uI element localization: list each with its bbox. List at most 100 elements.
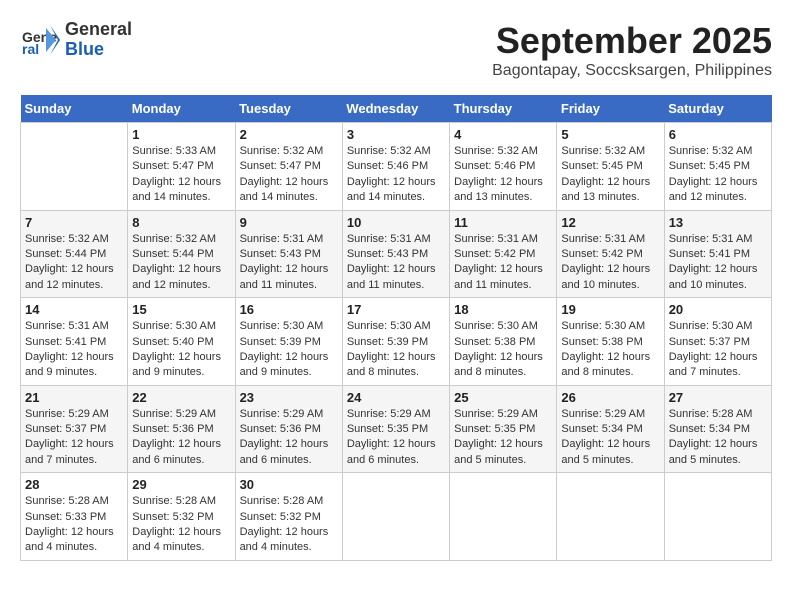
day-number: 20 — [669, 302, 767, 317]
calendar-cell: 25 Sunrise: 5:29 AM Sunset: 5:35 PM Dayli… — [450, 385, 557, 473]
day-number: 24 — [347, 390, 445, 405]
day-info: Sunrise: 5:30 AM Sunset: 5:38 PM Dayligh… — [561, 319, 659, 381]
day-info: Sunrise: 5:30 AM Sunset: 5:39 PM Dayligh… — [347, 319, 445, 381]
calendar-cell: 16Sunrise: 5:30 AM Sunset: 5:39 PM Dayli… — [235, 298, 342, 386]
title-section: September 2025 Bagontapay, Soccsksargen,… — [492, 20, 772, 80]
calendar-cell: 23Sunrise: 5:29 AM Sunset: 5:36 PM Dayli… — [235, 385, 342, 473]
calendar-cell — [342, 473, 449, 561]
day-info: Sunrise: 5:31 AM Sunset: 5:42 PM Dayligh… — [561, 232, 659, 294]
calendar-cell: 2 Sunrise: 5:32 AM Sunset: 5:47 PM Daylig… — [235, 123, 342, 211]
calendar-cell: 15 Sunrise: 5:30 AM Sunset: 5:40 PM Dayli… — [128, 298, 235, 386]
calendar-cell — [21, 123, 128, 211]
calendar-cell: 4 Sunrise: 5:32 AM Sunset: 5:46 PM Daylig… — [450, 123, 557, 211]
calendar-cell: 6 Sunrise: 5:32 AM Sunset: 5:45 PM Daylig… — [664, 123, 771, 211]
calendar-cell: 28 Sunrise: 5:28 AM Sunset: 5:33 PM Dayli… — [21, 473, 128, 561]
svg-text:ral: ral — [22, 41, 39, 57]
day-number: 16 — [240, 302, 338, 317]
day-number: 22 — [132, 390, 230, 405]
day-number: 11 — [454, 215, 552, 230]
day-number: 17 — [347, 302, 445, 317]
calendar-cell: 29 Sunrise: 5:28 AM Sunset: 5:32 PM Dayli… — [128, 473, 235, 561]
day-info: Sunrise: 5:29 AM Sunset: 5:35 PM Dayligh… — [347, 407, 445, 469]
day-number: 30 — [240, 477, 338, 492]
calendar-cell: 27Sunrise: 5:28 AM Sunset: 5:34 PM Dayli… — [664, 385, 771, 473]
calendar-week-3: 14Sunrise: 5:31 AM Sunset: 5:41 PM Dayli… — [21, 298, 772, 386]
calendar-cell: 3 Sunrise: 5:32 AM Sunset: 5:46 PM Daylig… — [342, 123, 449, 211]
calendar-cell: 9 Sunrise: 5:31 AM Sunset: 5:43 PM Daylig… — [235, 210, 342, 298]
day-info: Sunrise: 5:31 AM Sunset: 5:41 PM Dayligh… — [25, 319, 123, 381]
column-header-friday: Friday — [557, 95, 664, 123]
calendar-cell: 26Sunrise: 5:29 AM Sunset: 5:34 PM Dayli… — [557, 385, 664, 473]
day-number: 13 — [669, 215, 767, 230]
column-header-saturday: Saturday — [664, 95, 771, 123]
day-info: Sunrise: 5:32 AM Sunset: 5:46 PM Dayligh… — [347, 144, 445, 206]
day-info: Sunrise: 5:31 AM Sunset: 5:41 PM Dayligh… — [669, 232, 767, 294]
calendar-week-2: 7Sunrise: 5:32 AM Sunset: 5:44 PM Daylig… — [21, 210, 772, 298]
day-info: Sunrise: 5:28 AM Sunset: 5:33 PM Dayligh… — [25, 494, 123, 556]
day-info: Sunrise: 5:31 AM Sunset: 5:42 PM Dayligh… — [454, 232, 552, 294]
day-info: Sunrise: 5:32 AM Sunset: 5:44 PM Dayligh… — [25, 232, 123, 294]
calendar-cell: 18 Sunrise: 5:30 AM Sunset: 5:38 PM Dayli… — [450, 298, 557, 386]
calendar-cell: 12 Sunrise: 5:31 AM Sunset: 5:42 PM Dayli… — [557, 210, 664, 298]
day-info: Sunrise: 5:30 AM Sunset: 5:38 PM Dayligh… — [454, 319, 552, 381]
day-number: 27 — [669, 390, 767, 405]
day-info: Sunrise: 5:32 AM Sunset: 5:46 PM Dayligh… — [454, 144, 552, 206]
column-header-wednesday: Wednesday — [342, 95, 449, 123]
calendar-cell — [557, 473, 664, 561]
day-number: 12 — [561, 215, 659, 230]
calendar-cell: 22 Sunrise: 5:29 AM Sunset: 5:36 PM Dayli… — [128, 385, 235, 473]
calendar-cell: 21 Sunrise: 5:29 AM Sunset: 5:37 PM Dayli… — [21, 385, 128, 473]
calendar-week-4: 21 Sunrise: 5:29 AM Sunset: 5:37 PM Dayli… — [21, 385, 772, 473]
day-number: 29 — [132, 477, 230, 492]
calendar-cell: 19 Sunrise: 5:30 AM Sunset: 5:38 PM Dayli… — [557, 298, 664, 386]
column-header-monday: Monday — [128, 95, 235, 123]
calendar-week-1: 1 Sunrise: 5:33 AM Sunset: 5:47 PM Daylig… — [21, 123, 772, 211]
day-info: Sunrise: 5:32 AM Sunset: 5:45 PM Dayligh… — [669, 144, 767, 206]
calendar-cell: 11 Sunrise: 5:31 AM Sunset: 5:42 PM Dayli… — [450, 210, 557, 298]
calendar-cell: 5Sunrise: 5:32 AM Sunset: 5:45 PM Daylig… — [557, 123, 664, 211]
day-number: 2 — [240, 127, 338, 142]
calendar-cell: 1 Sunrise: 5:33 AM Sunset: 5:47 PM Daylig… — [128, 123, 235, 211]
day-number: 8 — [132, 215, 230, 230]
day-number: 6 — [669, 127, 767, 142]
calendar-cell: 10Sunrise: 5:31 AM Sunset: 5:43 PM Dayli… — [342, 210, 449, 298]
day-number: 18 — [454, 302, 552, 317]
day-info: Sunrise: 5:32 AM Sunset: 5:44 PM Dayligh… — [132, 232, 230, 294]
calendar-cell — [450, 473, 557, 561]
page-subtitle: Bagontapay, Soccsksargen, Philippines — [492, 62, 772, 80]
day-number: 10 — [347, 215, 445, 230]
calendar-table: SundayMondayTuesdayWednesdayThursdayFrid… — [20, 95, 772, 561]
day-number: 4 — [454, 127, 552, 142]
day-info: Sunrise: 5:29 AM Sunset: 5:35 PM Dayligh… — [454, 407, 552, 469]
day-info: Sunrise: 5:29 AM Sunset: 5:37 PM Dayligh… — [25, 407, 123, 469]
day-info: Sunrise: 5:31 AM Sunset: 5:43 PM Dayligh… — [240, 232, 338, 294]
day-info: Sunrise: 5:32 AM Sunset: 5:47 PM Dayligh… — [240, 144, 338, 206]
day-info: Sunrise: 5:30 AM Sunset: 5:40 PM Dayligh… — [132, 319, 230, 381]
logo-text: General Blue — [65, 20, 132, 60]
day-info: Sunrise: 5:29 AM Sunset: 5:36 PM Dayligh… — [132, 407, 230, 469]
day-info: Sunrise: 5:29 AM Sunset: 5:36 PM Dayligh… — [240, 407, 338, 469]
day-number: 28 — [25, 477, 123, 492]
day-number: 3 — [347, 127, 445, 142]
day-number: 1 — [132, 127, 230, 142]
day-info: Sunrise: 5:33 AM Sunset: 5:47 PM Dayligh… — [132, 144, 230, 206]
calendar-cell: 13 Sunrise: 5:31 AM Sunset: 5:41 PM Dayli… — [664, 210, 771, 298]
column-header-tuesday: Tuesday — [235, 95, 342, 123]
calendar-week-5: 28 Sunrise: 5:28 AM Sunset: 5:33 PM Dayli… — [21, 473, 772, 561]
calendar-cell: 30Sunrise: 5:28 AM Sunset: 5:32 PM Dayli… — [235, 473, 342, 561]
day-number: 9 — [240, 215, 338, 230]
day-info: Sunrise: 5:30 AM Sunset: 5:37 PM Dayligh… — [669, 319, 767, 381]
day-number: 25 — [454, 390, 552, 405]
day-number: 21 — [25, 390, 123, 405]
day-number: 19 — [561, 302, 659, 317]
calendar-header-row: SundayMondayTuesdayWednesdayThursdayFrid… — [21, 95, 772, 123]
day-info: Sunrise: 5:28 AM Sunset: 5:32 PM Dayligh… — [132, 494, 230, 556]
day-number: 15 — [132, 302, 230, 317]
column-header-sunday: Sunday — [21, 95, 128, 123]
calendar-cell: 24 Sunrise: 5:29 AM Sunset: 5:35 PM Dayli… — [342, 385, 449, 473]
calendar-cell: 14Sunrise: 5:31 AM Sunset: 5:41 PM Dayli… — [21, 298, 128, 386]
calendar-cell: 17 Sunrise: 5:30 AM Sunset: 5:39 PM Dayli… — [342, 298, 449, 386]
calendar-cell: 20 Sunrise: 5:30 AM Sunset: 5:37 PM Dayli… — [664, 298, 771, 386]
calendar-cell: 8 Sunrise: 5:32 AM Sunset: 5:44 PM Daylig… — [128, 210, 235, 298]
page-title: September 2025 — [492, 20, 772, 62]
